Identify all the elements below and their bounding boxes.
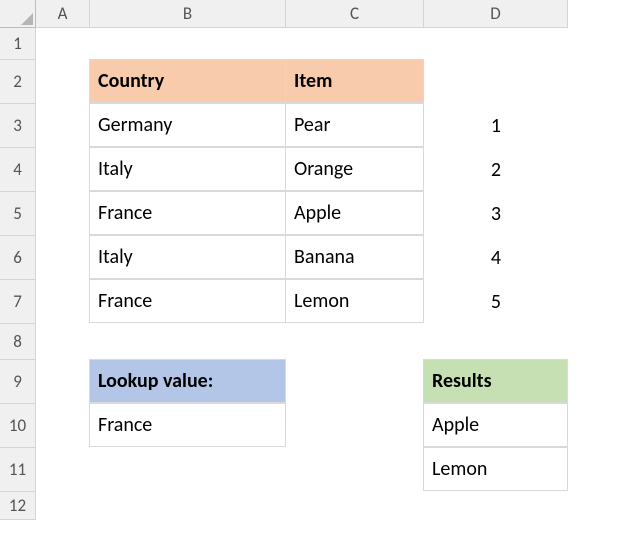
row-header-12[interactable]: 12 bbox=[0, 492, 36, 520]
table-header-item[interactable]: Item bbox=[285, 59, 424, 103]
row-header-4[interactable]: 4 bbox=[0, 148, 36, 192]
cell-index[interactable]: 1 bbox=[424, 104, 568, 148]
cell-country[interactable]: Italy bbox=[89, 235, 286, 279]
cell-index[interactable]: 5 bbox=[424, 280, 568, 324]
col-header-b[interactable]: B bbox=[90, 0, 286, 28]
lookup-label[interactable]: Lookup value: bbox=[89, 359, 286, 403]
row-header-1[interactable]: 1 bbox=[0, 28, 36, 60]
cell-index[interactable]: 3 bbox=[424, 192, 568, 236]
row-header-5[interactable]: 5 bbox=[0, 192, 36, 236]
cell-country[interactable]: Germany bbox=[89, 103, 286, 147]
cell-index[interactable]: 4 bbox=[424, 236, 568, 280]
spreadsheet-grid[interactable]: A B C D 1 2 3 4 5 6 7 8 9 10 11 12 Count… bbox=[0, 0, 641, 520]
table-header-country[interactable]: Country bbox=[89, 59, 286, 103]
select-all-corner[interactable] bbox=[0, 0, 36, 28]
cell-item[interactable]: Apple bbox=[285, 191, 424, 235]
row-header-3[interactable]: 3 bbox=[0, 104, 36, 148]
row-header-11[interactable]: 11 bbox=[0, 448, 36, 492]
col-header-c[interactable]: C bbox=[286, 0, 424, 28]
col-header-a[interactable]: A bbox=[36, 0, 90, 28]
results-value[interactable]: Lemon bbox=[423, 447, 568, 491]
results-label[interactable]: Results bbox=[423, 359, 568, 403]
cell-item[interactable]: Orange bbox=[285, 147, 424, 191]
cell-index[interactable]: 2 bbox=[424, 148, 568, 192]
row-header-2[interactable]: 2 bbox=[0, 60, 36, 104]
row-header-6[interactable]: 6 bbox=[0, 236, 36, 280]
cell-item[interactable]: Lemon bbox=[285, 279, 424, 323]
cell-country[interactable]: Italy bbox=[89, 147, 286, 191]
cell-item[interactable]: Pear bbox=[285, 103, 424, 147]
lookup-value[interactable]: France bbox=[89, 403, 286, 447]
row-header-9[interactable]: 9 bbox=[0, 360, 36, 404]
col-header-d[interactable]: D bbox=[424, 0, 568, 28]
results-value[interactable]: Apple bbox=[423, 403, 568, 447]
row-header-8[interactable]: 8 bbox=[0, 324, 36, 360]
row-header-10[interactable]: 10 bbox=[0, 404, 36, 448]
cell-country[interactable]: France bbox=[89, 279, 286, 323]
row-header-7[interactable]: 7 bbox=[0, 280, 36, 324]
cell-country[interactable]: France bbox=[89, 191, 286, 235]
cell-item[interactable]: Banana bbox=[285, 235, 424, 279]
